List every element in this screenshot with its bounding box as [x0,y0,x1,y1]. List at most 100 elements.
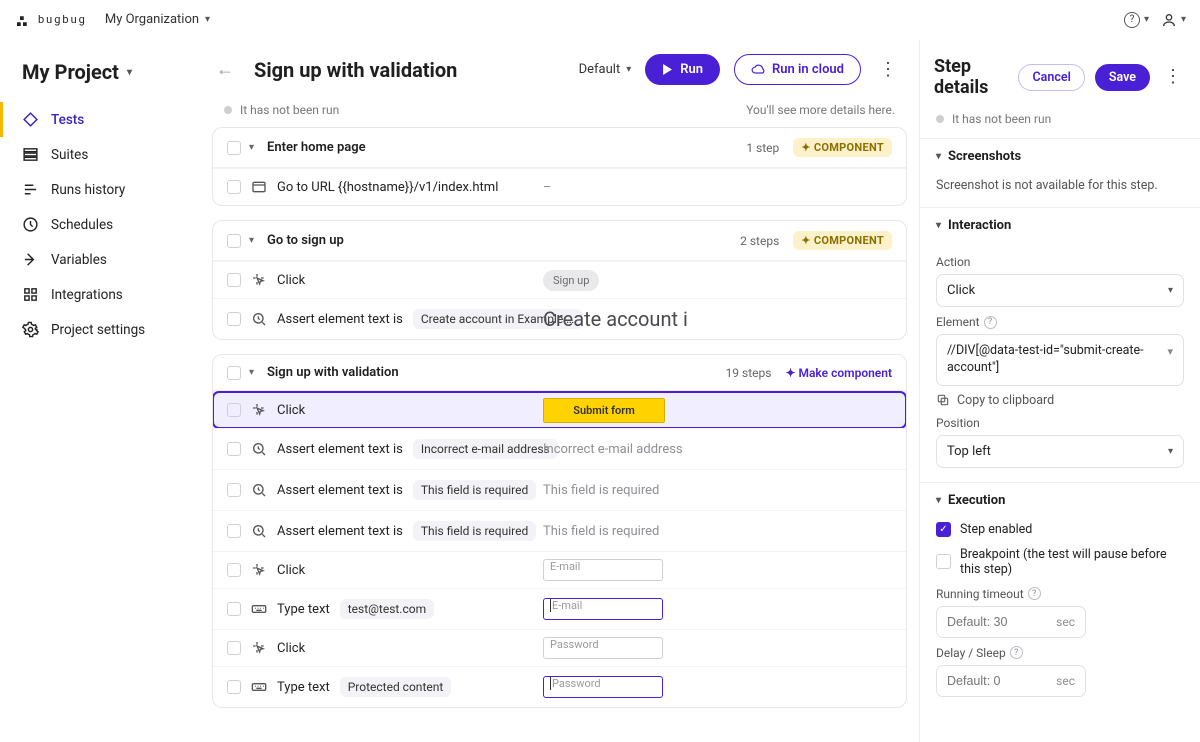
breakpoint-label: Breakpoint (the test will pause before t… [960,547,1184,577]
step-row[interactable]: Assert element text isCreate account in … [213,298,906,339]
step-preview: Create account i [543,307,892,331]
step-checkbox[interactable] [227,312,241,326]
step-preview: Password [543,676,892,698]
chevron-down-icon: ▾ [249,367,259,378]
run-cloud-button[interactable]: Run in cloud [734,54,861,85]
nav-icon [22,216,39,233]
step-row[interactable]: ClickSubmit form [213,391,906,428]
section-toggle-interaction[interactable]: ▾ Interaction [920,208,1200,243]
nav-item-runs-history[interactable]: Runs history [0,172,199,207]
step-checkbox[interactable] [227,442,241,456]
nav-item-suites[interactable]: Suites [0,137,199,172]
panel-status-text: It has not been run [952,112,1051,126]
chevron-down-icon: ▾ [127,67,132,78]
step-enabled-checkbox[interactable] [936,522,951,537]
group-checkbox[interactable] [227,234,241,248]
section-title: Interaction [948,218,1011,233]
help-icon[interactable]: ? [984,316,997,329]
step-row[interactable]: Go to URL {{hostname}}/v1/index.html– [213,168,906,205]
nav-item-schedules[interactable]: Schedules [0,207,199,242]
step-checkbox[interactable] [227,680,241,694]
section-toggle-execution[interactable]: ▾ Execution [920,483,1200,518]
test-editor: ← Sign up with validation Default ▾ Run … [200,40,920,742]
step-checkbox[interactable] [227,483,241,497]
view-selector[interactable]: Default ▾ [579,62,632,77]
step-group: ▾Enter home page1 step✦ COMPONENTGo to U… [212,127,907,206]
status-dot-icon [936,115,944,123]
org-switcher[interactable]: My Organization ▾ [105,12,210,27]
step-checkbox[interactable] [227,180,241,194]
group-header[interactable]: ▾Go to sign up2 steps✦ COMPONENT [213,221,906,261]
save-button[interactable]: Save [1095,64,1150,91]
step-checkbox[interactable] [227,602,241,616]
step-enabled-label: Step enabled [960,522,1032,537]
topbar: bugbug My Organization ▾ ? ▾ ▾ [0,0,1200,40]
position-select[interactable]: Top left ▾ [936,435,1184,468]
nav-item-project-settings[interactable]: Project settings [0,312,199,347]
run-button[interactable]: Run [645,54,720,85]
panel-menu-button[interactable]: ⋮ [1160,68,1186,86]
timeout-input[interactable] [937,607,1046,637]
step-row[interactable]: Type texttest@test.comE-mail [213,588,906,629]
breakpoint-checkbox[interactable] [936,554,951,569]
step-checkbox[interactable] [227,403,241,417]
nav-label: Variables [51,252,107,268]
nav-item-variables[interactable]: Variables [0,242,199,277]
test-title: Sign up with validation [254,58,457,82]
preview-input: Password [543,637,663,659]
step-label: Click [277,563,305,578]
element-selector-input[interactable]: //DIV[@data-test-id="submit-create-accou… [936,334,1184,386]
group-header[interactable]: ▾Sign up with validation19 steps✦ Make c… [213,355,906,391]
account-menu[interactable]: ▾ [1161,12,1186,28]
step-value: Incorrect e-mail address [413,439,558,459]
nav-icon [22,251,39,268]
make-component-button[interactable]: ✦ Make component [785,366,892,380]
back-button[interactable]: ← [210,55,240,84]
chevron-down-icon: ▾ [1144,14,1149,25]
group-header[interactable]: ▾Enter home page1 step✦ COMPONENT [213,128,906,168]
step-row[interactable]: Assert element text is Incorrect e-mail a… [213,428,906,469]
copy-label: Copy to clipboard [957,393,1054,408]
help-icon[interactable]: ? [1028,587,1041,600]
delay-label: Delay / Sleep [936,646,1006,660]
chevron-down-icon: ▾ [936,495,941,506]
nav-item-tests[interactable]: Tests [0,102,199,137]
step-checkbox[interactable] [227,273,241,287]
timeout-label: Running timeout [936,587,1024,601]
step-checkbox[interactable] [227,641,241,655]
nav-item-integrations[interactable]: Integrations [0,277,199,312]
step-type-icon [251,523,267,539]
action-select[interactable]: Click ▾ [936,274,1184,307]
run-button-label: Run [680,62,703,77]
project-switcher[interactable]: My Project ▾ [0,48,199,102]
step-checkbox[interactable] [227,563,241,577]
group-checkbox[interactable] [227,141,241,155]
step-checkbox[interactable] [227,524,241,538]
step-preview: Sign up [543,270,892,291]
help-menu[interactable]: ? ▾ [1124,12,1149,28]
step-row[interactable]: ClickE-mail [213,551,906,588]
run-status-text: It has not been run [240,103,339,117]
help-icon[interactable]: ? [1010,646,1023,659]
step-details-panel: Step details Cancel Save ⋮ It has not be… [920,40,1200,742]
copy-selector-button[interactable]: Copy to clipboard [936,393,1184,408]
step-type-icon [251,272,267,288]
nav-label: Project settings [51,322,145,338]
section-toggle-screenshots[interactable]: ▾ Screenshots [920,139,1200,174]
step-row[interactable]: Assert element text isThis field is requ… [213,510,906,551]
step-label: Assert element text is [277,442,403,457]
step-type-icon [251,402,267,418]
group-checkbox[interactable] [227,366,241,380]
chevron-down-icon: ▾ [205,14,210,25]
test-menu-button[interactable]: ⋮ [875,61,901,79]
step-type-icon [251,311,267,327]
cancel-button[interactable]: Cancel [1018,64,1084,91]
step-row[interactable]: Type textProtected contentPassword [213,666,906,707]
delay-input[interactable] [937,666,1046,696]
brand-logo[interactable]: bugbug [14,11,87,29]
step-row[interactable]: Assert element text isThis field is requ… [213,469,906,510]
cloud-icon [751,64,765,75]
step-row[interactable]: ClickSign up [213,261,906,298]
help-icon: ? [1124,12,1140,28]
step-row[interactable]: ClickPassword [213,629,906,666]
